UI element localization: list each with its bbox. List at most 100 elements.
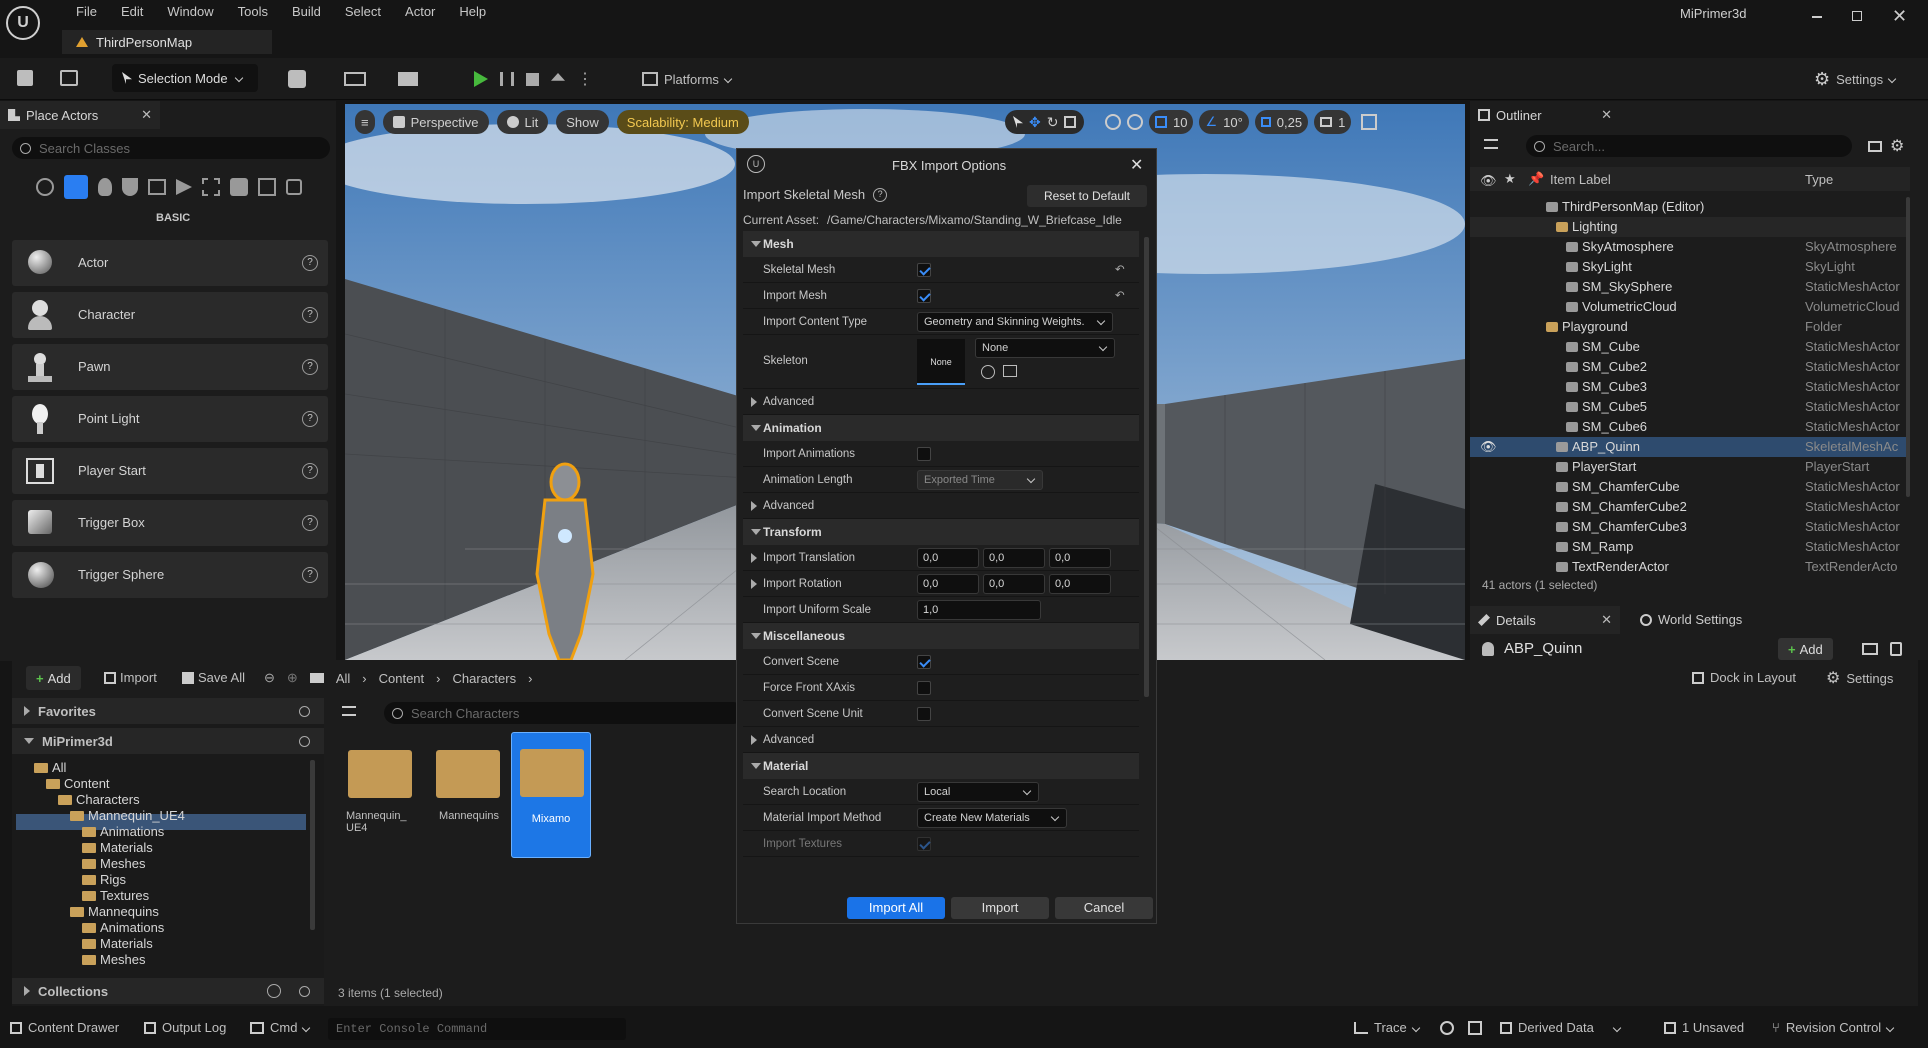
- actor-item-point-light[interactable]: Point Light ?: [12, 396, 328, 442]
- actor-item-trigger-box[interactable]: Trigger Box ?: [12, 500, 328, 546]
- rotation-snap-button[interactable]: ∠ 10°: [1199, 110, 1249, 134]
- maximize-button[interactable]: [1852, 11, 1862, 21]
- map-tab[interactable]: ThirdPersonMap: [62, 30, 272, 54]
- surface-snap-icon[interactable]: [1127, 114, 1143, 130]
- close-window-button[interactable]: ✕: [1892, 6, 1907, 27]
- shapes-icon[interactable]: [122, 178, 138, 196]
- reset-to-default-button[interactable]: Reset to Default: [1027, 185, 1147, 207]
- dock-in-layout-button[interactable]: Dock in Layout: [1692, 670, 1796, 685]
- actor-item-trigger-sphere[interactable]: Trigger Sphere ?: [12, 552, 328, 598]
- outliner-row[interactable]: Lighting: [1470, 217, 1910, 237]
- tree-scrollbar[interactable]: [310, 760, 315, 930]
- stop-icon[interactable]: [526, 72, 539, 86]
- search-classes-field[interactable]: Search Classes: [12, 137, 330, 159]
- animation-length-dropdown[interactable]: Exported Time: [917, 470, 1043, 490]
- reset-arrow-icon[interactable]: ↶: [1115, 288, 1125, 302]
- section-miscellaneous[interactable]: Miscellaneous: [743, 623, 1139, 649]
- details-tab[interactable]: Details ✕: [1470, 606, 1620, 634]
- outliner-row[interactable]: SM_Cube StaticMeshActor: [1470, 337, 1910, 357]
- content-type-dropdown[interactable]: Geometry and Skinning Weights.: [917, 312, 1113, 332]
- rotation-z-field[interactable]: 0,0: [1049, 574, 1111, 594]
- outliner-tab[interactable]: Outliner ✕: [1470, 101, 1620, 129]
- outliner-row[interactable]: SkyLight SkyLight: [1470, 257, 1910, 277]
- import-all-button[interactable]: Import All: [847, 897, 945, 919]
- stats-icon[interactable]: [1468, 1021, 1482, 1035]
- folder-tile-mannequin-ue4[interactable]: Mannequin_ UE4: [342, 740, 418, 850]
- material-import-method-dropdown[interactable]: Create New Materials: [917, 808, 1067, 828]
- tree-meshes[interactable]: Meshes: [82, 856, 146, 872]
- add-collection-icon[interactable]: [267, 984, 281, 998]
- settings-button[interactable]: ⚙ Settings: [1814, 66, 1897, 92]
- row-animation-advanced[interactable]: Advanced: [743, 493, 1139, 519]
- record-icon[interactable]: [1440, 1021, 1454, 1035]
- menu-edit[interactable]: Edit: [109, 0, 155, 24]
- unsaved-button[interactable]: 1 Unsaved: [1664, 1020, 1744, 1035]
- cmd-dropdown[interactable]: Cmd: [250, 1020, 311, 1035]
- actor-item-pawn[interactable]: Pawn ?: [12, 344, 328, 390]
- skeleton-dropdown[interactable]: None: [975, 338, 1115, 358]
- actor-item-actor[interactable]: Actor ?: [12, 240, 328, 286]
- row-mesh-advanced[interactable]: Advanced: [743, 389, 1139, 415]
- geometry-icon[interactable]: [230, 178, 248, 196]
- convert-scene-checkbox[interactable]: [917, 655, 931, 669]
- camera-speed-button[interactable]: 1: [1314, 110, 1352, 134]
- tree-meshes-2[interactable]: Meshes: [82, 952, 146, 968]
- search-icon[interactable]: [299, 985, 310, 997]
- world-settings-tab[interactable]: World Settings: [1640, 612, 1742, 627]
- menu-select[interactable]: Select: [333, 0, 393, 24]
- skeletal-mesh-checkbox[interactable]: [917, 263, 931, 277]
- type-header[interactable]: Type: [1805, 172, 1833, 187]
- content-settings-button[interactable]: ⚙ Settings: [1826, 668, 1893, 688]
- all-classes-icon[interactable]: [258, 178, 276, 196]
- breadcrumb-all[interactable]: All: [336, 671, 350, 686]
- viewport-menu-button[interactable]: ≡: [355, 110, 375, 134]
- scalability-warning[interactable]: Scalability: Medium: [616, 110, 749, 134]
- actor-item-character[interactable]: Character ?: [12, 292, 328, 338]
- visual-effects-icon[interactable]: [176, 179, 192, 195]
- uniform-scale-field[interactable]: 1,0: [917, 600, 1041, 620]
- filter-icon[interactable]: [1484, 139, 1498, 149]
- play-icon[interactable]: [474, 71, 488, 87]
- help-icon[interactable]: ?: [302, 307, 318, 323]
- platforms-button[interactable]: Platforms: [642, 66, 733, 92]
- perspective-button[interactable]: Perspective: [382, 110, 489, 134]
- reset-arrow-icon[interactable]: ↶: [1115, 262, 1125, 276]
- selection-mode-dropdown[interactable]: Selection Mode: [112, 64, 258, 92]
- step-icon[interactable]: [500, 72, 514, 86]
- rotate-tool-icon[interactable]: ↻: [1047, 114, 1059, 131]
- grid-snap-button[interactable]: 10: [1149, 110, 1194, 134]
- outliner-row[interactable]: TextRenderActor TextRenderActo: [1470, 557, 1910, 577]
- show-button[interactable]: Show: [556, 110, 609, 134]
- item-label-header[interactable]: Item Label: [1550, 172, 1611, 187]
- help-icon[interactable]: ?: [873, 187, 888, 202]
- menu-file[interactable]: File: [64, 0, 109, 24]
- help-icon[interactable]: ?: [302, 567, 318, 583]
- help-icon[interactable]: ?: [302, 359, 318, 375]
- revision-control-button[interactable]: ⑂ Revision Control: [1772, 1020, 1895, 1035]
- outliner-row[interactable]: SM_SkySphere StaticMeshActor: [1470, 277, 1910, 297]
- close-tab-icon[interactable]: ✕: [1601, 107, 1612, 123]
- new-folder-icon[interactable]: [1868, 141, 1882, 152]
- help-icon[interactable]: ?: [302, 411, 318, 427]
- tree-materials[interactable]: Materials: [82, 840, 153, 856]
- import-animations-checkbox[interactable]: [917, 447, 931, 461]
- scale-tool-icon[interactable]: [1064, 116, 1077, 128]
- force-front-xaxis-checkbox[interactable]: [917, 681, 931, 695]
- lit-button[interactable]: Lit: [496, 110, 549, 134]
- eject-icon[interactable]: [551, 73, 565, 81]
- content-save-all-button[interactable]: Save All: [182, 670, 245, 685]
- close-dialog-button[interactable]: ✕: [1130, 155, 1143, 175]
- outliner-row[interactable]: SM_Cube2 StaticMeshActor: [1470, 357, 1910, 377]
- import-mesh-checkbox[interactable]: [917, 289, 931, 303]
- forward-icon[interactable]: ⊕: [287, 670, 298, 686]
- tree-mannequins[interactable]: Mannequins: [70, 904, 159, 920]
- outliner-row[interactable]: SM_Cube3 StaticMeshActor: [1470, 377, 1910, 397]
- content-import-button[interactable]: Import: [104, 670, 157, 685]
- lights-icon[interactable]: [98, 178, 112, 196]
- breadcrumb-characters[interactable]: Characters: [453, 671, 517, 686]
- import-button[interactable]: Import: [951, 897, 1049, 919]
- outliner-row[interactable]: SM_Cube5 StaticMeshActor: [1470, 397, 1910, 417]
- use-selected-icon[interactable]: [981, 365, 995, 379]
- console-input[interactable]: Enter Console Command: [328, 1018, 626, 1040]
- rotation-y-field[interactable]: 0,0: [983, 574, 1045, 594]
